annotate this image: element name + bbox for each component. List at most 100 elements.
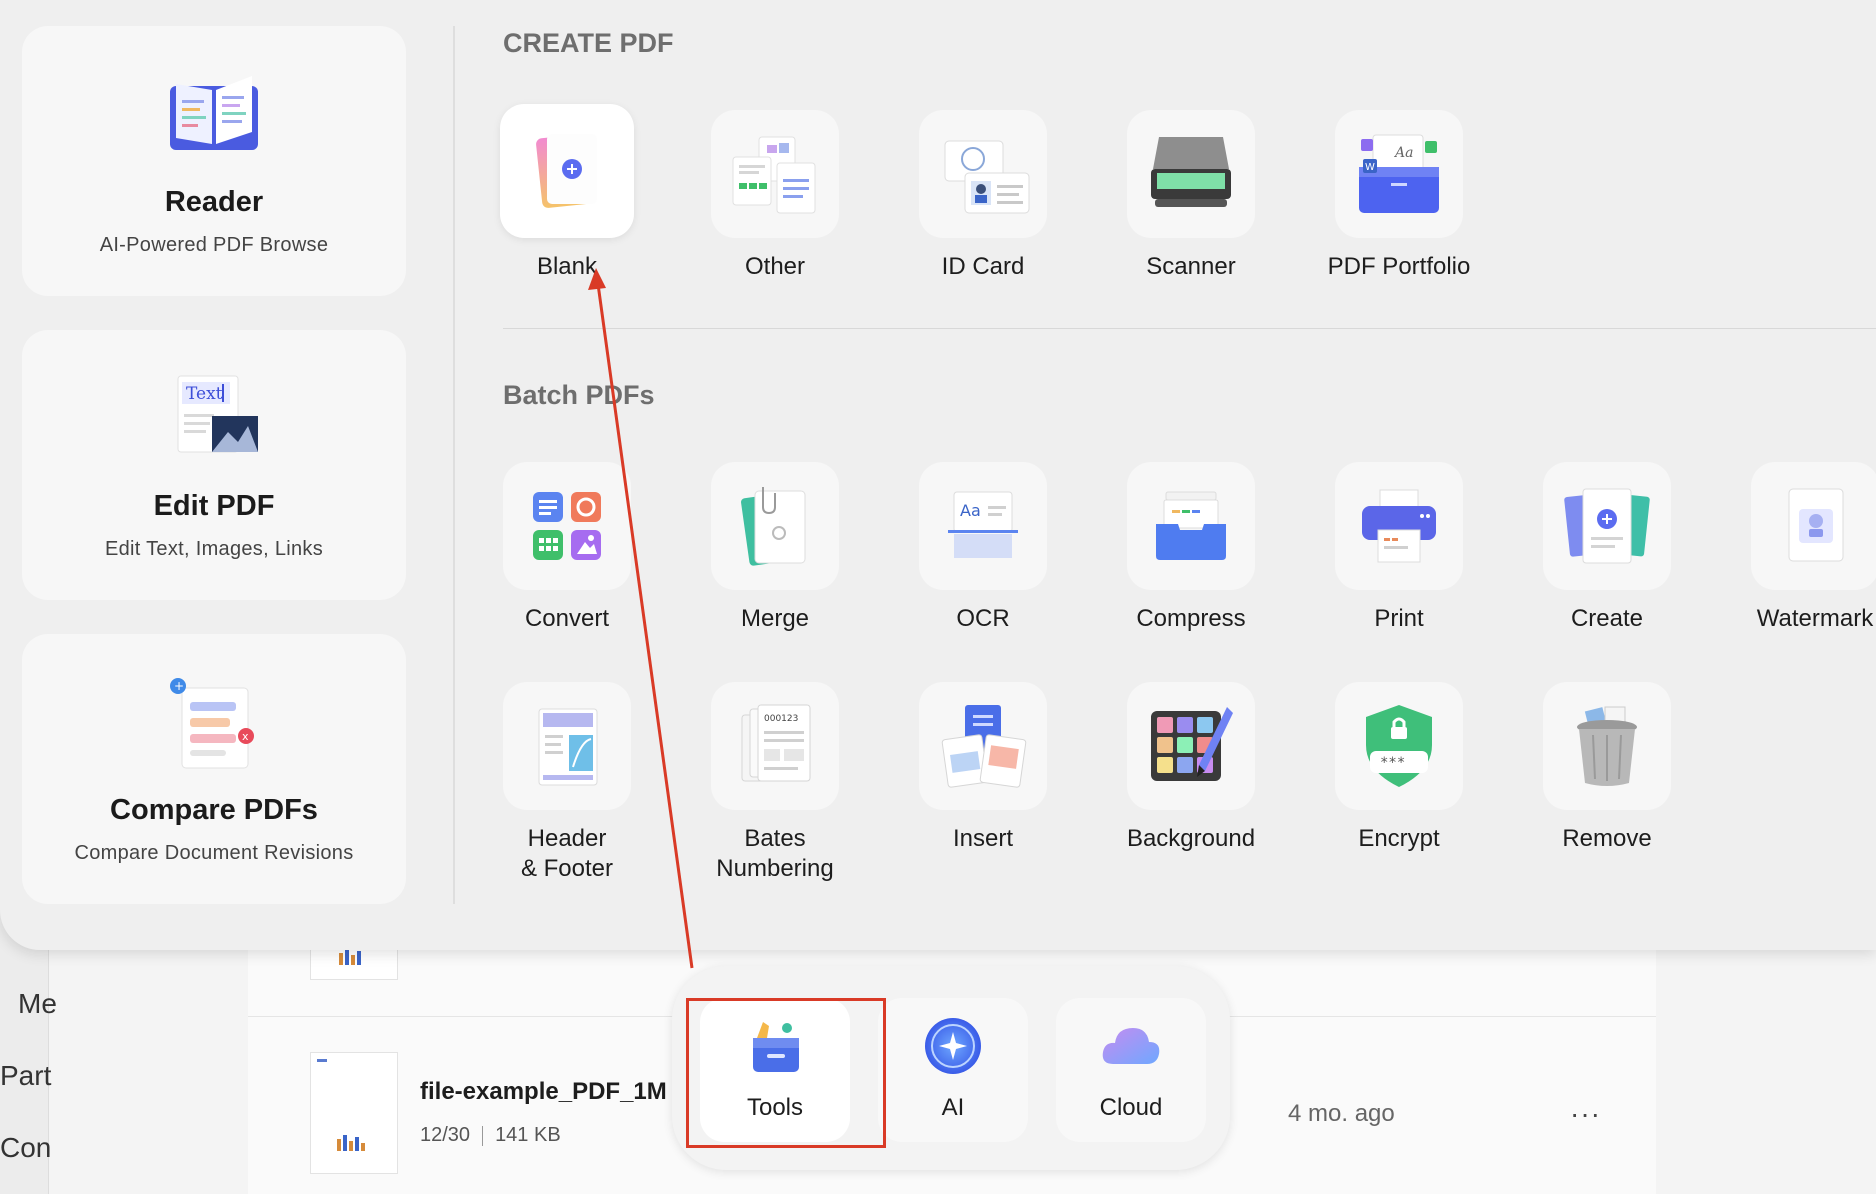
tool-convert[interactable]: Convert <box>467 462 667 634</box>
create-pdf-heading: CREATE PDF <box>503 28 674 58</box>
section-divider <box>503 328 1876 329</box>
file-name[interactable]: file-example_PDF_1M <box>420 1078 667 1106</box>
svg-text:x: x <box>242 730 249 743</box>
id-card-icon <box>919 110 1047 238</box>
tool-label: Encrypt <box>1358 825 1440 852</box>
book-icon <box>22 66 406 176</box>
merge-icon <box>711 462 839 590</box>
tool-label: Header & Footer <box>467 824 667 884</box>
encrypt-icon: *** <box>1335 682 1463 810</box>
tool-label: Blank <box>536 253 598 280</box>
card-title: Compare PDFs <box>110 794 318 826</box>
create-icon <box>1543 462 1671 590</box>
tool-label: Other <box>744 253 806 280</box>
background-icon <box>1127 682 1255 810</box>
compare-pdfs-card[interactable]: + x Compare PDFs Compare Document Revisi… <box>22 634 406 904</box>
tool-watermark[interactable]: Watermark <box>1715 462 1876 634</box>
tool-blank[interactable]: Blank <box>467 104 667 282</box>
tool-label: Compress <box>1136 605 1246 632</box>
dock-ai[interactable]: AI <box>878 998 1028 1142</box>
edit-pdf-card[interactable]: Text Edit PDF Edit Text, Images, Links <box>22 330 406 600</box>
more-options-button[interactable]: ··· <box>1570 1098 1601 1130</box>
tool-scanner[interactable]: Scanner <box>1091 110 1291 282</box>
svg-text:Text: Text <box>186 384 223 404</box>
other-files-icon <box>711 110 839 238</box>
tool-insert[interactable]: Insert <box>883 682 1083 854</box>
card-title: Edit PDF <box>153 490 275 522</box>
tool-label: ID Card <box>941 253 1025 280</box>
svg-text:Aa: Aa <box>1393 145 1413 161</box>
tool-label-line2: & Footer <box>520 855 614 882</box>
dock-label: Cloud <box>1099 1094 1163 1121</box>
tool-ocr[interactable]: Aa OCR <box>883 462 1083 634</box>
tool-label: Convert <box>524 605 610 632</box>
compress-icon <box>1127 462 1255 590</box>
tool-label: Print <box>1374 605 1424 632</box>
watermark-icon <box>1751 462 1876 590</box>
tool-encrypt[interactable]: *** Encrypt <box>1299 682 1499 854</box>
tools-panel: Reader AI-Powered PDF Browse Text Edit P… <box>0 0 1876 950</box>
tool-label: Bates Numbering <box>675 824 875 884</box>
tool-bates-numbering[interactable]: 000123 Bates Numbering <box>675 682 875 884</box>
svg-text:Aa: Aa <box>960 501 981 520</box>
ai-icon <box>878 1016 1028 1076</box>
bates-icon: 000123 <box>711 682 839 810</box>
file-thumbnail[interactable] <box>310 1052 398 1174</box>
file-pages: 12/30 <box>420 1124 471 1146</box>
print-icon <box>1335 462 1463 590</box>
tool-label: Background <box>1126 825 1256 852</box>
tool-label: PDF Portfolio <box>1327 253 1471 280</box>
ocr-icon: Aa <box>919 462 1047 590</box>
file-size: 141 KB <box>495 1124 561 1146</box>
tool-label: OCR <box>956 605 1010 632</box>
batch-pdfs-heading: Batch PDFs <box>503 380 655 410</box>
tool-compress[interactable]: Compress <box>1091 462 1291 634</box>
tool-label-line1: Bates <box>744 825 806 852</box>
header-footer-icon <box>503 682 631 810</box>
sidebar-fragment[interactable]: Con <box>0 1132 51 1164</box>
compare-icon: + x <box>22 674 406 784</box>
tool-print[interactable]: Print <box>1299 462 1499 634</box>
dock-label: AI <box>941 1094 965 1121</box>
tool-remove[interactable]: Remove <box>1507 682 1707 854</box>
tool-label-line2: Numbering <box>716 855 834 882</box>
card-subtitle: AI-Powered PDF Browse <box>99 234 329 256</box>
scanner-icon <box>1127 110 1255 238</box>
tool-create[interactable]: Create <box>1507 462 1707 634</box>
tool-label-line1: Header <box>527 825 607 852</box>
svg-text:***: *** <box>1380 755 1405 771</box>
sidebar-fragment[interactable]: Me <box>18 988 57 1020</box>
card-subtitle: Edit Text, Images, Links <box>104 538 324 560</box>
tool-pdf-portfolio[interactable]: Aa W PDF Portfolio <box>1299 110 1499 282</box>
cloud-icon <box>1056 1016 1206 1076</box>
file-modified-time: 4 mo. ago <box>1288 1100 1395 1127</box>
tool-label: Remove <box>1562 825 1652 852</box>
meta-divider <box>482 1125 484 1146</box>
highlight-box <box>686 998 886 1148</box>
tool-header-footer[interactable]: Header & Footer <box>467 682 667 884</box>
svg-text:W: W <box>1365 162 1375 173</box>
trash-icon <box>1543 682 1671 810</box>
tool-id-card[interactable]: ID Card <box>883 110 1083 282</box>
svg-text:000123: 000123 <box>764 714 798 724</box>
blank-page-icon <box>500 104 634 238</box>
tool-merge[interactable]: Merge <box>675 462 875 634</box>
tool-background[interactable]: Background <box>1091 682 1291 854</box>
insert-icon <box>919 682 1047 810</box>
sidebar-fragment[interactable]: Part <box>0 1060 51 1092</box>
dock-cloud[interactable]: Cloud <box>1056 998 1206 1142</box>
tool-other[interactable]: Other <box>675 110 875 282</box>
card-title: Reader <box>164 186 264 218</box>
card-subtitle: Compare Document Revisions <box>74 842 354 864</box>
tool-label: Insert <box>952 825 1014 852</box>
tool-label: Create <box>1570 605 1644 632</box>
svg-text:+: + <box>174 679 184 693</box>
tool-label: Watermark <box>1756 605 1874 632</box>
tool-label: Merge <box>740 605 810 632</box>
panel-divider <box>453 26 455 904</box>
edit-text-icon: Text <box>22 370 406 480</box>
file-meta: 12/30 141 KB <box>420 1124 561 1147</box>
reader-card[interactable]: Reader AI-Powered PDF Browse <box>22 26 406 296</box>
convert-icon <box>503 462 631 590</box>
tool-label: Scanner <box>1146 253 1236 280</box>
